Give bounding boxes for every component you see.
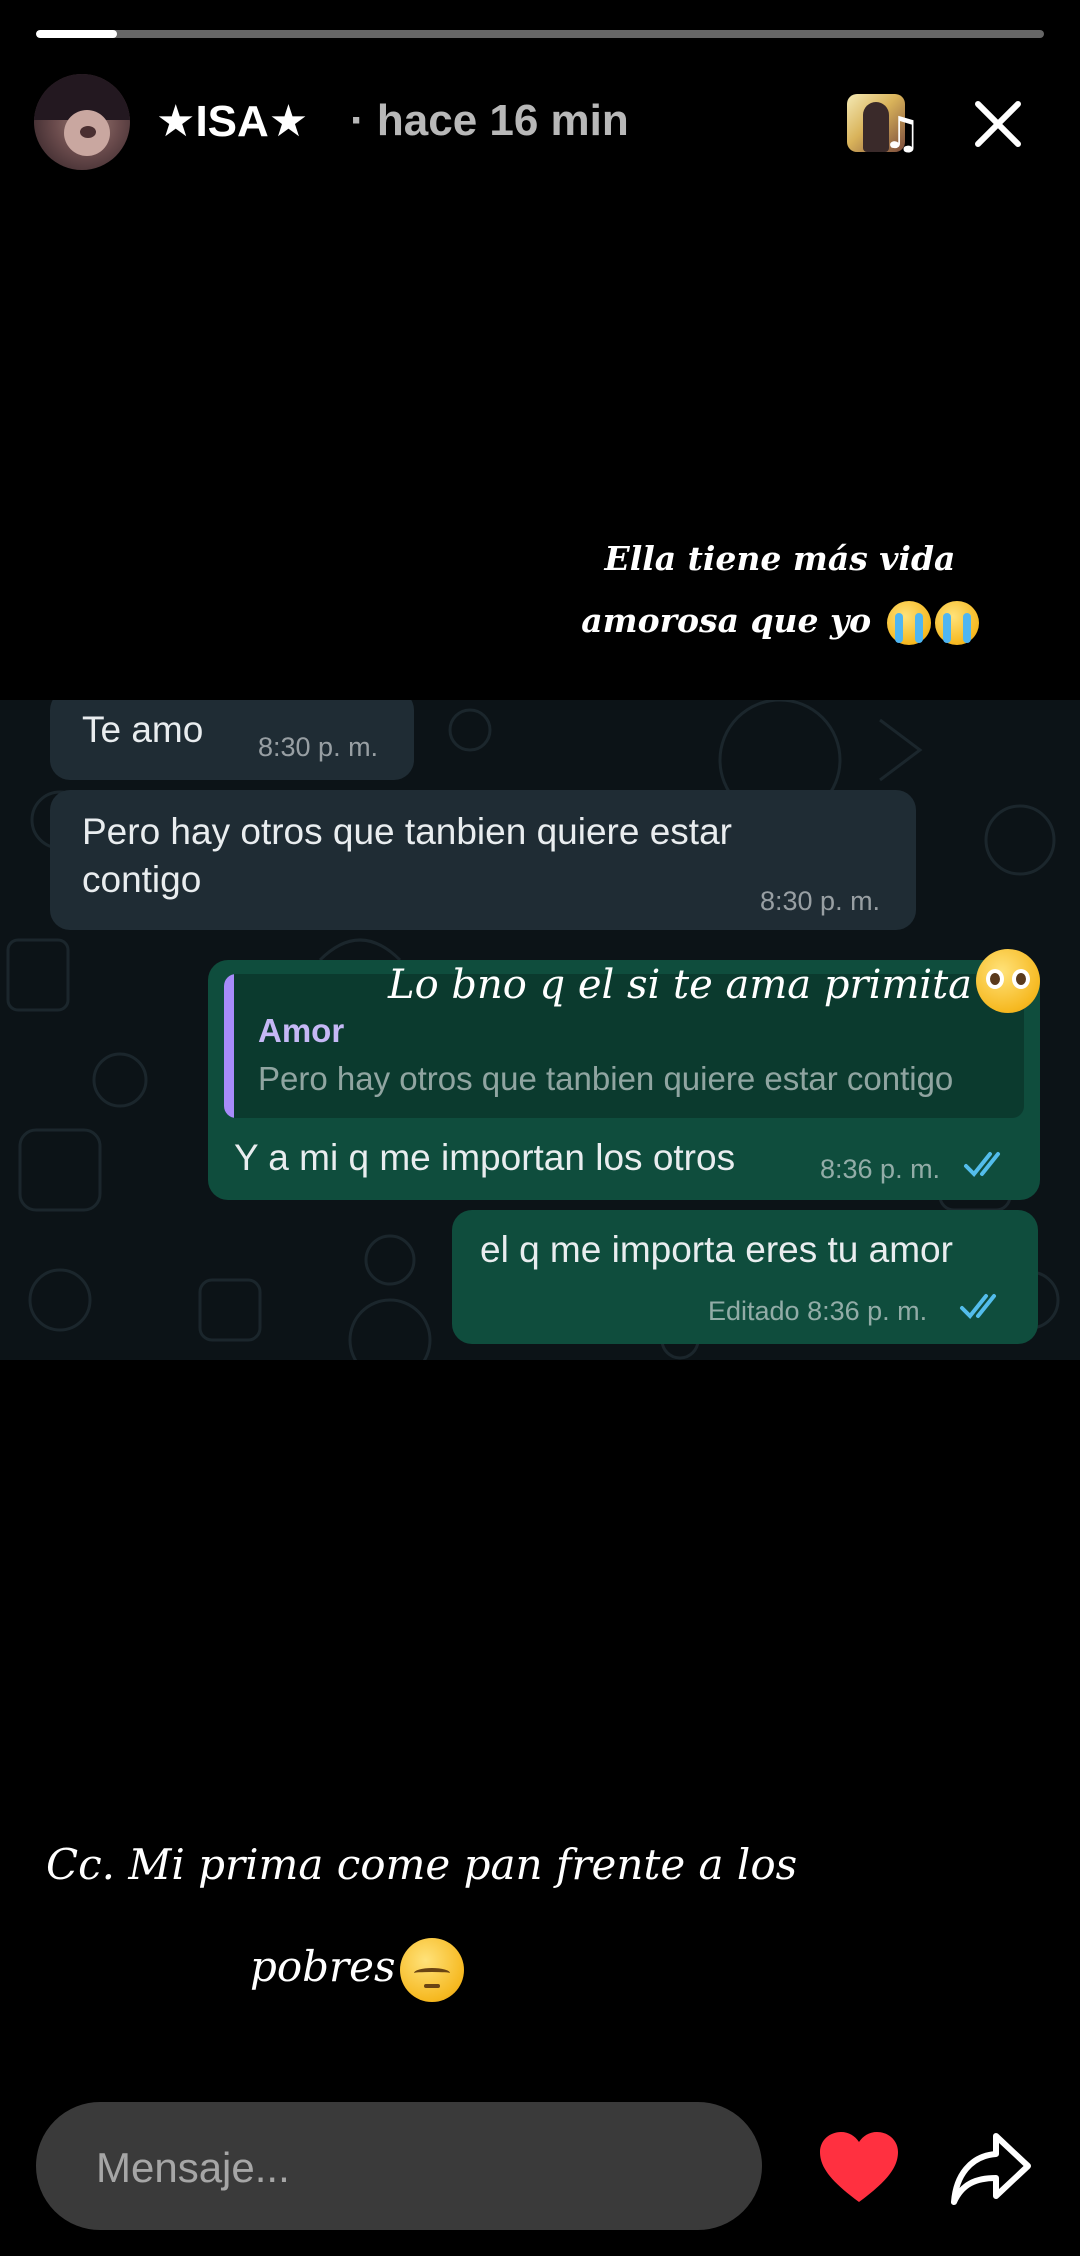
quote-text: Pero hay otros que tanbien quiere estar … (258, 1060, 954, 1097)
quote-author: Amor (258, 1012, 345, 1049)
caption-bottom-line1: Cc. Mi prima come pan frente a los (46, 1840, 798, 1889)
crying-emoji-icon (886, 601, 931, 645)
share-arrow-icon[interactable] (950, 2128, 1032, 2208)
message-input[interactable]: Mensaje... (36, 2102, 762, 2230)
caption-top-line2: amorosa que yo (581, 601, 872, 640)
story-progress-bar (36, 30, 1044, 38)
caption-top-line1: Ella tiene más vida (604, 539, 956, 578)
message-input-placeholder: Mensaje... (96, 2144, 290, 2191)
pensive-face-emoji-icon (399, 1938, 464, 2002)
message-text: Y a mi q me importan los otros (234, 1137, 736, 1178)
message-text: el q me importa eres tu amor (480, 1229, 953, 1270)
quote-accent-bar (224, 974, 234, 1118)
username[interactable]: ★ISA★ (156, 96, 308, 147)
crying-emoji-icon (934, 601, 979, 645)
chat-screenshot: Te amo 8:30 p. m. Pero hay otros que tan… (0, 700, 1080, 1360)
caption-bottom-line2: pobres (250, 1942, 396, 1991)
music-note-icon: ♫ (882, 108, 922, 159)
message-time: 8:30 p. m. (258, 732, 379, 762)
chat-message-outgoing: el q me importa eres tu amor Editado 8:3… (452, 1210, 1038, 1344)
double-check-icon (960, 1294, 996, 1319)
story-progress-fill (36, 30, 117, 38)
story-caption-top: Ella tiene más vida amorosa que yo (540, 528, 1020, 652)
message-text: Te amo (82, 709, 204, 750)
message-time: 8:36 p. m. (820, 1154, 941, 1184)
story-timestamp: · hace 16 min (350, 96, 629, 145)
chat-message-incoming: Te amo 8:30 p. m. (50, 700, 414, 780)
chat-message-incoming: Pero hay otros que tanbien quiere estar … (50, 790, 916, 930)
message-text-line2: contigo (82, 859, 202, 900)
story-header: ★ISA★ · hace 16 min ♫ (34, 72, 1046, 172)
message-text-line1: Pero hay otros que tanbien quiere estar (82, 811, 732, 852)
close-icon[interactable] (970, 96, 1026, 152)
overlay-script-text: Lo bno q el si te ama primita (388, 949, 1041, 1013)
message-time: 8:30 p. m. (760, 886, 881, 916)
double-check-icon (964, 1152, 1000, 1177)
pleading-face-emoji-icon (976, 949, 1041, 1013)
heart-icon[interactable] (818, 2130, 900, 2206)
overlay-script-label: Lo bno q el si te ama primita (388, 962, 973, 1008)
avatar[interactable] (34, 74, 130, 170)
message-time: Editado 8:36 p. m. (708, 1296, 928, 1326)
